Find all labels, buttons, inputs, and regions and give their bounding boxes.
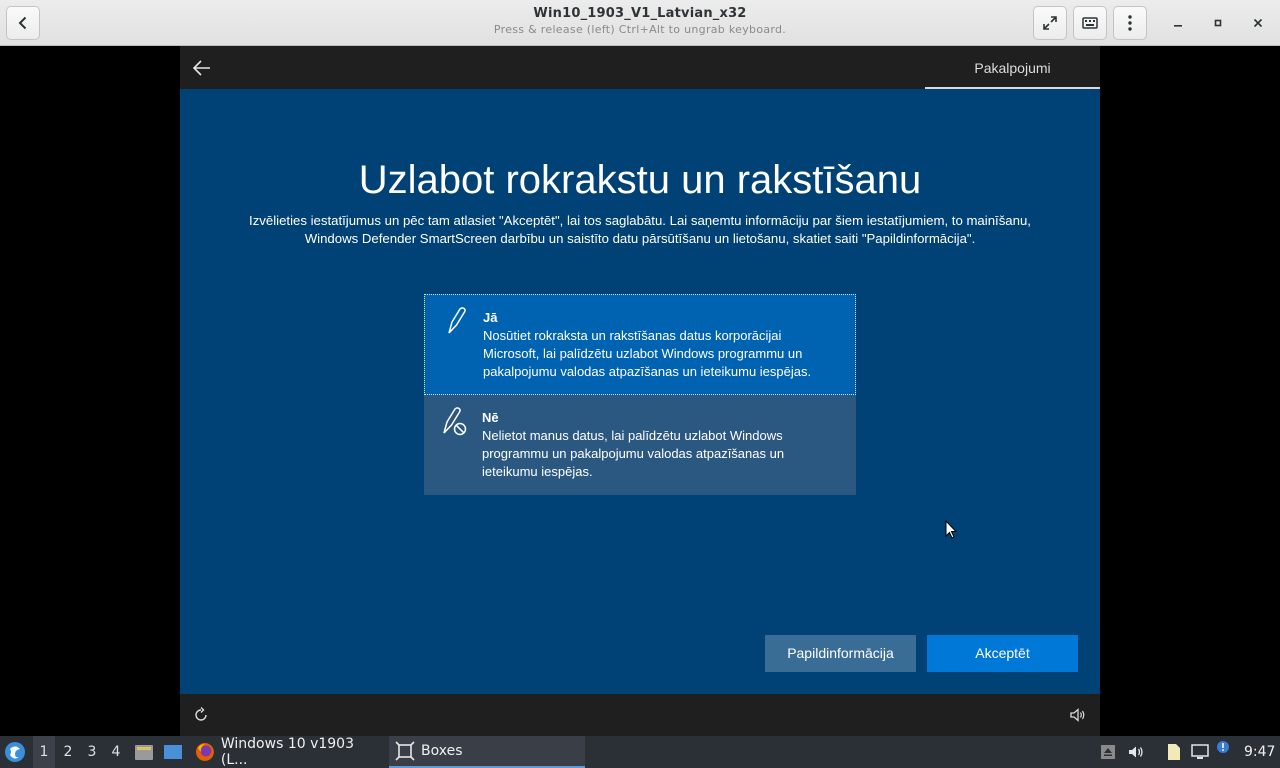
pen-blocked-icon bbox=[443, 407, 467, 436]
task-boxes-label: Boxes bbox=[421, 743, 463, 759]
task-firefox-label: Windows 10 v1903 (L... bbox=[220, 736, 354, 768]
show-desktop-icon bbox=[164, 745, 182, 759]
back-icon bbox=[18, 16, 27, 30]
firefox-icon bbox=[195, 743, 214, 761]
workspace-2[interactable]: 2 bbox=[57, 736, 79, 768]
page-description: Izvēlieties iestatījumus un pēc tam atla… bbox=[249, 213, 1031, 246]
mouse-cursor-icon bbox=[945, 520, 957, 539]
option-no[interactable]: Nē Nelietot manus datus, lai palīdzētu u… bbox=[424, 395, 856, 495]
ease-of-access-icon[interactable] bbox=[192, 706, 210, 724]
clock[interactable]: 9:47 bbox=[1244, 736, 1275, 768]
window-title: Win10_1903_V1_Latvian_x32 bbox=[533, 6, 747, 21]
keyboard-button[interactable] bbox=[1073, 6, 1107, 40]
boxes-icon bbox=[395, 741, 415, 761]
page-title: Uzlabot rokrakstu un rakstīšanu bbox=[358, 158, 922, 202]
keyboard-icon bbox=[1082, 17, 1098, 29]
volume-icon[interactable] bbox=[1068, 706, 1086, 724]
close-button[interactable] bbox=[1247, 12, 1269, 34]
option-yes[interactable]: Jā Nosūtiet rokraksta un rakstīšanas dat… bbox=[424, 294, 856, 395]
header-bar: Win10_1903_V1_Latvian_x32 Press & releas… bbox=[0, 0, 1280, 46]
workspace-4[interactable]: 4 bbox=[105, 736, 127, 768]
clipboard-icon[interactable] bbox=[1164, 743, 1182, 761]
close-icon bbox=[1253, 18, 1263, 28]
oobe-top-bar: Pakalpojumi bbox=[180, 46, 1100, 89]
option-yes-text: Nosūtiet rokraksta un rakstīšanas datus … bbox=[483, 328, 812, 379]
system-logo-icon bbox=[5, 742, 25, 762]
window-subtitle: Press & release (left) Ctrl+Alt to ungra… bbox=[493, 23, 787, 36]
fullscreen-icon bbox=[1043, 16, 1057, 30]
maximize-icon bbox=[1214, 19, 1222, 27]
start-menu-button[interactable] bbox=[4, 736, 26, 768]
eject-icon[interactable] bbox=[1099, 743, 1117, 761]
menu-button[interactable] bbox=[1113, 6, 1147, 40]
option-no-text: Nelietot manus datus, lai palīdzētu uzla… bbox=[482, 428, 785, 479]
tray-volume-icon[interactable] bbox=[1127, 743, 1145, 761]
task-boxes[interactable]: Boxes bbox=[389, 736, 585, 768]
notification-icon[interactable] bbox=[1216, 740, 1230, 754]
taskbar: 1 2 3 4 Windows 10 v1903 (L... Boxes 9:4… bbox=[0, 736, 1280, 768]
more-info-button[interactable]: Papildinformācija bbox=[765, 635, 916, 672]
workspace-1[interactable]: 1 bbox=[33, 736, 55, 768]
oobe-back-icon[interactable] bbox=[190, 56, 214, 80]
option-no-title: Nē bbox=[482, 410, 499, 425]
workspace-3[interactable]: 3 bbox=[81, 736, 103, 768]
option-yes-title: Jā bbox=[483, 310, 498, 325]
menu-icon bbox=[1128, 15, 1132, 31]
back-button[interactable] bbox=[6, 6, 40, 40]
network-icon[interactable] bbox=[1191, 743, 1209, 761]
task-firefox[interactable]: Windows 10 v1903 (L... bbox=[192, 736, 384, 768]
file-manager-icon bbox=[135, 745, 153, 760]
minimize-button[interactable] bbox=[1167, 12, 1189, 34]
accept-button[interactable]: Akceptēt bbox=[927, 635, 1078, 672]
minimize-icon bbox=[1174, 25, 1182, 27]
maximize-button[interactable] bbox=[1207, 12, 1229, 34]
oobe-bottom-bar bbox=[180, 694, 1100, 736]
pen-icon bbox=[448, 307, 466, 334]
fullscreen-button[interactable] bbox=[1033, 6, 1067, 40]
tab-services: Pakalpojumi bbox=[925, 46, 1100, 89]
files-launcher[interactable] bbox=[134, 736, 154, 768]
vm-display[interactable]: Pakalpojumi Uzlabot rokrakstu un rakstīš… bbox=[180, 46, 1100, 736]
desktop-launcher[interactable] bbox=[163, 736, 183, 768]
